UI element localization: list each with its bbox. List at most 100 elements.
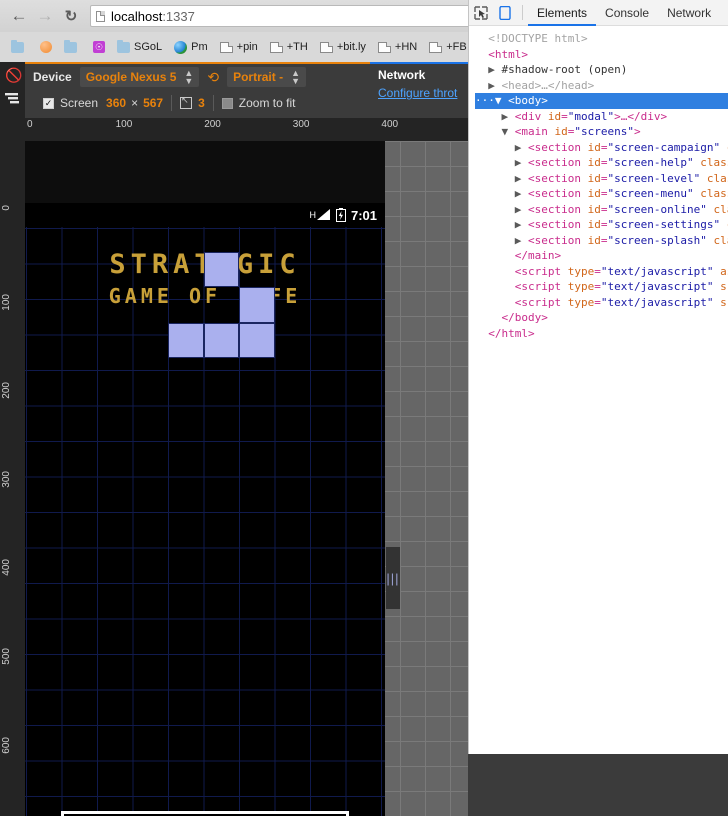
dom-tree-line[interactable]: <html> <box>475 47 728 63</box>
devtools-elements-pane: Elements Console Network <!DOCTYPE html>… <box>468 0 728 754</box>
dom-tree-line[interactable]: ▶ <head>…</head> <box>475 78 728 94</box>
bookmark-purple[interactable]: ☉ <box>88 36 110 58</box>
orientation-select[interactable]: Portrait - ▲ ▼ <box>227 67 306 87</box>
life-cell[interactable] <box>203 251 239 287</box>
horizontal-ruler: 0 100 200 300 400 <box>0 118 468 141</box>
dom-tree-line[interactable]: </body> <box>475 310 728 326</box>
times-symbol: × <box>131 96 139 110</box>
page-info-icon <box>96 10 105 22</box>
dom-tree-line[interactable]: ▶ <section id="screen-campaign" cl <box>475 140 728 156</box>
dom-tree-line[interactable]: </main> <box>475 248 728 264</box>
doc-icon <box>377 41 391 53</box>
dom-tree-line[interactable]: ▶ <section id="screen-online" clas <box>475 202 728 218</box>
bookmark-orange[interactable] <box>35 36 57 58</box>
dom-tree-line[interactable]: <!DOCTYPE html> <box>475 31 728 47</box>
chevron-updown-icon: ▲ ▼ <box>291 68 300 86</box>
android-status-bar: H 7:01 <box>25 203 385 227</box>
dom-tree-line[interactable]: ▶ <section id="screen-menu" class= <box>475 186 728 202</box>
status-bar-time: 7:01 <box>350 207 377 223</box>
play-button[interactable]: PLAY <box>61 811 349 816</box>
bookmark-label: +HN <box>394 41 418 53</box>
tab-network[interactable]: Network <box>658 0 720 26</box>
no-entry-icon[interactable]: 🚫 <box>5 67 22 84</box>
network-throttle-icon[interactable] <box>5 92 20 110</box>
forward-arrow-icon[interactable]: → <box>32 3 58 29</box>
divider <box>212 95 214 111</box>
purple-square-icon: ☉ <box>93 41 105 53</box>
bookmark-folder-2[interactable] <box>59 36 86 58</box>
device-viewport-stage: H 7:01 STRATEGIC GAME OF LIFE PLAY <box>0 118 468 816</box>
ruler-label: 0 <box>1 205 12 211</box>
bookmark-folder-1[interactable] <box>6 36 33 58</box>
dom-tree-line[interactable]: <script type="text/javascript" src <box>475 279 728 295</box>
rotate-icon[interactable]: ⟲ <box>207 69 219 86</box>
ruler-label: 400 <box>381 119 399 130</box>
orange-circle-icon <box>40 41 52 53</box>
globe-icon <box>174 40 188 54</box>
divider <box>171 95 173 111</box>
screen-height[interactable]: 567 <box>143 96 163 110</box>
screen-checkbox[interactable]: ✓ <box>43 97 54 109</box>
ruler-label: 400 <box>1 559 12 577</box>
dom-tree-line[interactable]: ▶ #shadow-root (open) <box>475 62 728 78</box>
ruler-label: 200 <box>1 382 12 399</box>
bookmark-fb[interactable]: +FB <box>424 36 471 58</box>
back-arrow-icon[interactable]: ← <box>6 3 32 29</box>
device-toolbar-icon[interactable] <box>493 1 517 25</box>
bookmark-hn[interactable]: +HN <box>373 36 422 58</box>
viewport-resize-handle[interactable]: ||| <box>386 547 400 609</box>
bookmark-sgol[interactable]: SGoL <box>112 36 167 58</box>
device-select[interactable]: Google Nexus 5 ▲ ▼ <box>79 67 200 87</box>
screen-width[interactable]: 360 <box>106 96 126 110</box>
zoom-to-fit-checkbox[interactable] <box>221 97 233 109</box>
dom-tree-line[interactable]: ▶ <section id="screen-splash" clas <box>475 233 728 249</box>
dom-tree-line[interactable]: ▶ <div id="modal">…</div> <box>475 109 728 125</box>
dom-tree-line[interactable]: ▶ <section id="screen-help" class= <box>475 155 728 171</box>
life-cell[interactable] <box>239 287 275 323</box>
screen-row: ✓ Screen 360 × 567 3 Zoom to fit <box>25 90 370 116</box>
inspect-cursor-icon[interactable] <box>469 1 493 25</box>
life-cell[interactable] <box>203 322 239 358</box>
bookmark-pin[interactable]: +pin <box>215 36 263 58</box>
network-badge: H <box>309 210 316 220</box>
bookmark-th[interactable]: +TH <box>265 36 313 58</box>
zoom-to-fit-label: Zoom to fit <box>238 96 296 110</box>
dom-tree-line[interactable]: ▶ <section id="screen-settings" cl <box>475 217 728 233</box>
screen-label: Screen <box>60 96 99 110</box>
device-screen: H 7:01 STRATEGIC GAME OF LIFE PLAY <box>25 203 385 816</box>
dom-tree-line[interactable]: <script type="text/javascript" src <box>475 295 728 311</box>
reload-icon[interactable]: ↻ <box>58 3 84 29</box>
configure-throttling-link[interactable]: Configure throt <box>370 82 468 100</box>
network-panel-title: Network <box>378 68 426 82</box>
ruler-label: 300 <box>292 119 310 130</box>
ruler-label: 0 <box>27 119 33 130</box>
dom-tree-line[interactable]: </html> <box>475 326 728 342</box>
tab-console[interactable]: Console <box>596 0 658 26</box>
dom-tree-line[interactable]: <script type="text/javascript" asy <box>475 264 728 280</box>
game-canvas[interactable]: STRATEGIC GAME OF LIFE <box>25 227 385 816</box>
bookmark-label: Pm <box>191 41 208 53</box>
bookmark-pm[interactable]: Pm <box>169 36 213 58</box>
doc-icon <box>219 41 233 53</box>
dom-tree-line[interactable]: ···▼ <body> <box>475 93 728 109</box>
dpr-value[interactable]: 3 <box>198 96 205 110</box>
dom-tree[interactable]: <!DOCTYPE html> <html> ▶ #shadow-root (o… <box>469 26 728 754</box>
device-mode-side-icons: 🚫 <box>0 62 25 118</box>
tab-elements[interactable]: Elements <box>528 0 597 26</box>
folder-icon <box>11 39 24 53</box>
bookmark-bitly[interactable]: +bit.ly <box>315 36 371 58</box>
device-mode-toolbar: Device Google Nexus 5 ▲ ▼ ⟲ Portrait - ▲ ▼ ✓… <box>25 62 370 118</box>
dom-tree-line[interactable]: ▶ <section id="screen-level" class <box>475 171 728 187</box>
network-throttle-panel: Network Configure throt <box>370 62 468 118</box>
life-cell[interactable] <box>239 322 275 358</box>
bookmark-label: +FB <box>446 41 467 53</box>
doc-icon <box>319 41 333 53</box>
device-label: Device <box>33 70 72 84</box>
vertical-ruler: 0 100 200 300 400 500 600 <box>0 141 25 816</box>
device-row: Device Google Nexus 5 ▲ ▼ ⟲ Portrait - ▲ ▼ <box>25 64 370 90</box>
bookmark-label: +TH <box>286 41 308 53</box>
doc-icon <box>269 41 283 53</box>
dom-tree-line[interactable]: ▼ <main id="screens"> <box>475 124 728 140</box>
bookmark-label: +pin <box>236 41 258 53</box>
life-cell[interactable] <box>168 322 204 358</box>
